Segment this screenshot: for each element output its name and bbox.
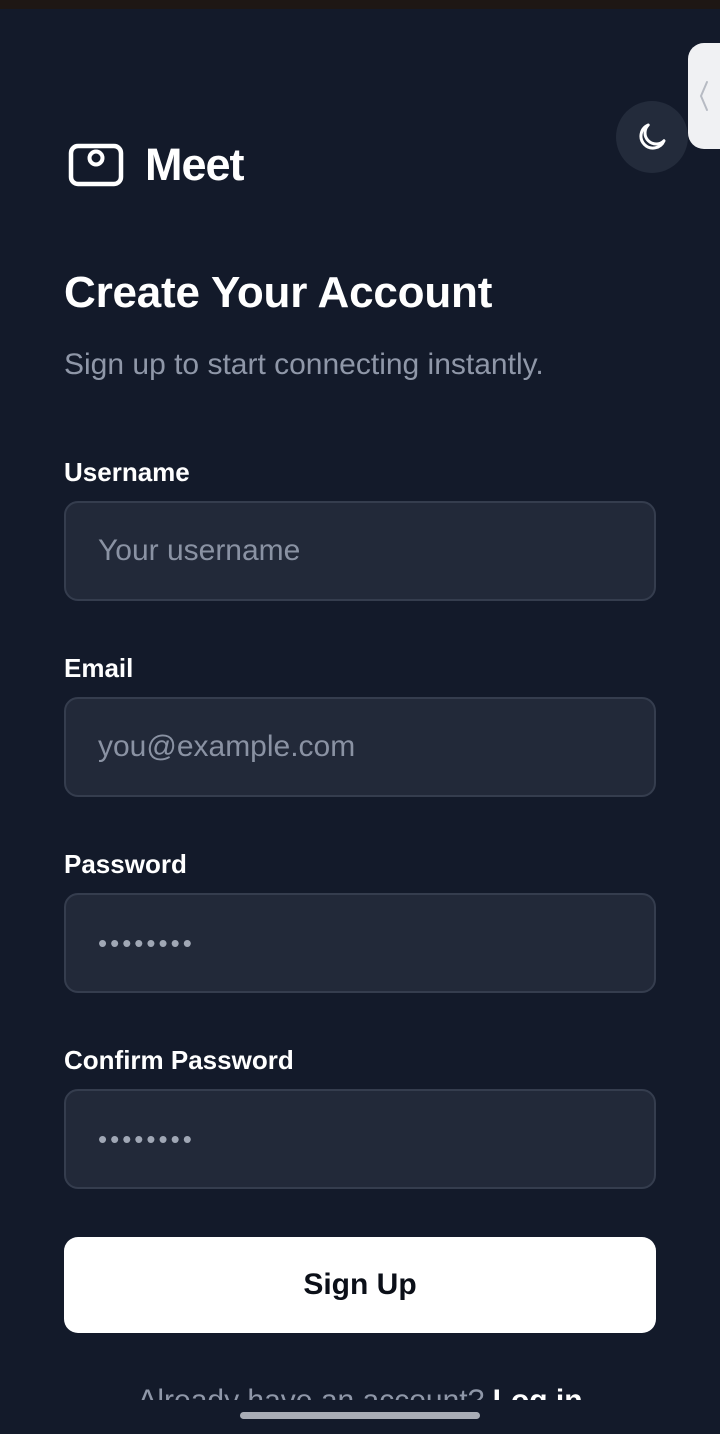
password-input[interactable] (64, 893, 656, 993)
password-label: Password (64, 849, 187, 879)
confirm-password-input[interactable] (64, 1089, 656, 1189)
status-bar (0, 0, 720, 9)
brand: Meet (67, 139, 245, 190)
chevron-left-icon (699, 81, 708, 111)
home-indicator (240, 1412, 480, 1419)
moon-icon (639, 123, 666, 150)
login-link[interactable]: Log in (493, 1384, 583, 1400)
camera-icon (68, 143, 124, 187)
email-label: Email (64, 653, 134, 683)
username-input[interactable] (64, 501, 656, 601)
page-title: Create Your Account (64, 268, 493, 317)
confirm-password-label: Confirm Password (64, 1045, 294, 1075)
username-label: Username (64, 457, 190, 487)
login-prompt-text: Already have an account? (137, 1384, 484, 1400)
side-panel-handle[interactable] (688, 43, 720, 149)
login-prompt: Already have an account? Log in (0, 1382, 720, 1400)
theme-toggle-button[interactable] (616, 101, 688, 173)
sign-up-button[interactable]: Sign Up (64, 1237, 656, 1333)
brand-name: Meet (145, 139, 245, 190)
email-input[interactable] (64, 697, 656, 797)
signup-screen: Meet Create Your Account Sign up to star… (0, 0, 720, 1434)
page-subtitle: Sign up to start connecting instantly. (64, 348, 544, 381)
